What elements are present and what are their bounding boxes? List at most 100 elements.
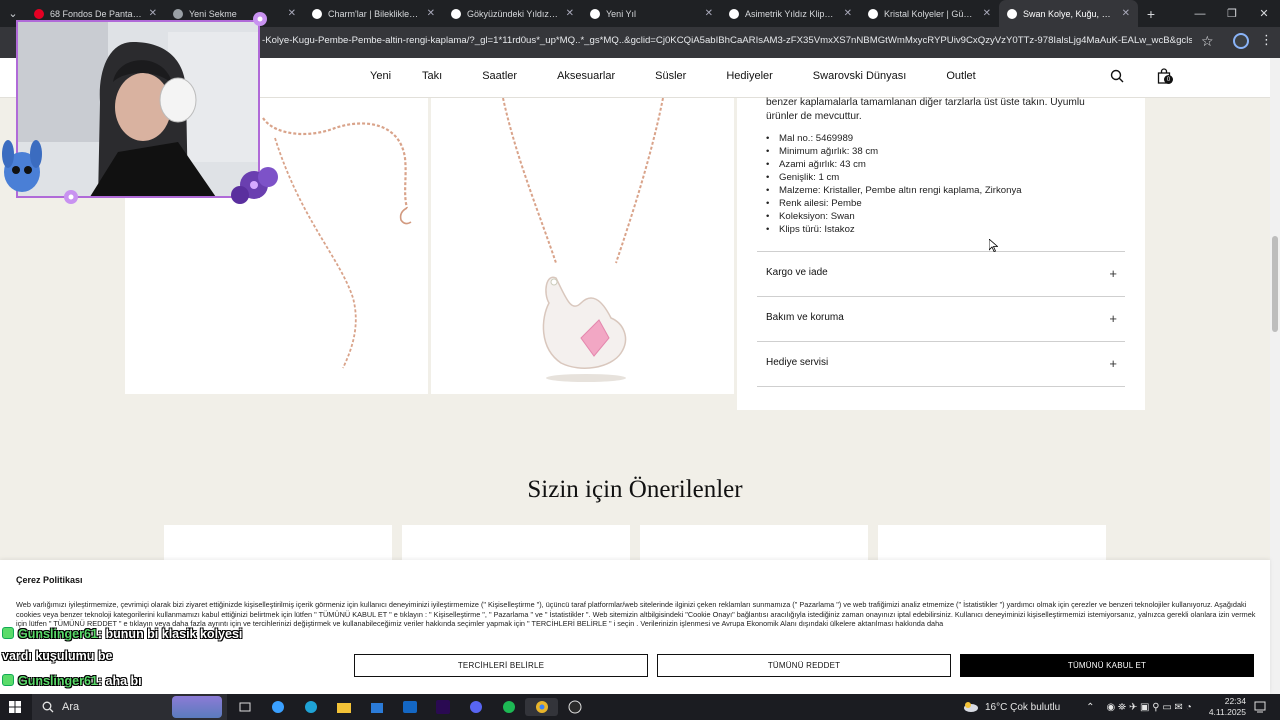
tab-close-icon[interactable]: ✕	[983, 8, 991, 19]
search-icon[interactable]	[1110, 69, 1124, 83]
browser-tab[interactable]: Yeni Yıl ✕	[582, 0, 721, 27]
spec-item: Malzeme: Kristaller, Pembe altın rengi k…	[766, 184, 1022, 197]
tab-title: Swan Kolye, Kuğu, Pembe	[1023, 8, 1116, 19]
windows-start-icon[interactable]	[9, 701, 21, 713]
clock-time: 22:34	[1224, 696, 1246, 706]
tab-title: Kristal Kolyeler | Gümüş ve	[884, 8, 977, 19]
tab-close-icon[interactable]: ✕	[566, 8, 574, 19]
set-preferences-button[interactable]: TERCİHLERİ BELİRLE	[354, 654, 648, 677]
bookmark-star-icon[interactable]: ☆	[1201, 33, 1214, 50]
edge-icon[interactable]	[294, 698, 327, 716]
browser-tab[interactable]: Gökyüzündeki Yıldız Bileziği ✕	[443, 0, 582, 27]
tab-close-icon[interactable]: ✕	[705, 8, 713, 19]
spotify-icon[interactable]	[492, 698, 525, 716]
nav-item-saatler[interactable]: Saatler	[482, 70, 517, 82]
browser-tab[interactable]: Asimetrik Yıldız Klipsli Yıld ✕	[721, 0, 860, 27]
tab-title: Gökyüzündeki Yıldız Bileziği	[467, 8, 560, 19]
plus-icon[interactable]: +	[1109, 311, 1117, 326]
maximize-icon[interactable]: ❐	[1216, 0, 1248, 27]
swan-pendant-image	[502, 97, 664, 382]
recommendation-card[interactable]	[164, 525, 392, 565]
accept-all-button[interactable]: TÜMÜNÜ KABUL ET	[960, 654, 1254, 677]
tab-close-icon[interactable]: ✕	[427, 8, 435, 19]
premiere-icon[interactable]	[426, 698, 459, 716]
browser-tab[interactable]: Kristal Kolyeler | Gümüş ve ✕	[860, 0, 999, 27]
tab-title: Yeni Yıl	[606, 8, 637, 19]
copilot-icon[interactable]	[261, 698, 294, 716]
accordion-kargo-ve-iade[interactable]: Kargo ve iade +	[757, 251, 1125, 296]
chrome-icon[interactable]	[525, 698, 558, 716]
task-view-icon[interactable]	[228, 698, 261, 716]
spec-item: Genişlik: 1 cm	[766, 171, 1022, 184]
spec-item: Koleksiyon: Swan	[766, 210, 1022, 223]
product-image-pendant[interactable]	[431, 97, 734, 394]
reject-all-button[interactable]: TÜMÜNÜ REDDET	[657, 654, 951, 677]
tab-title: Asimetrik Yıldız Klipsli Yıld	[745, 8, 838, 19]
streamer-webcam-image	[18, 22, 258, 196]
notification-icon[interactable]	[1254, 701, 1266, 713]
browser-menu-icon[interactable]: ⋮	[1260, 32, 1273, 48]
nav-item-susler[interactable]: Süsler	[655, 70, 686, 82]
accordion-bakim-ve-koruma[interactable]: Bakım ve koruma +	[757, 296, 1125, 341]
scrollbar-thumb[interactable]	[1272, 236, 1278, 332]
nav-item-hediyeler[interactable]: Hediyeler	[726, 70, 772, 82]
profile-avatar[interactable]	[1233, 33, 1249, 49]
chat-text: : bunun bi klasik kolyesi	[97, 627, 243, 641]
search-icon	[42, 701, 54, 713]
file-explorer-icon[interactable]	[327, 698, 360, 716]
stitch-sticker-icon	[2, 140, 42, 192]
cookie-banner-title: Çerez Politikası	[16, 575, 83, 585]
tab-close-icon[interactable]: ✕	[149, 8, 157, 19]
product-details-panel: benzer kaplamalarla tamamlanan diğer tar…	[737, 97, 1145, 410]
chevron-up-icon[interactable]: ⌃	[1086, 702, 1094, 713]
nav-item-taki[interactable]: Takı	[422, 70, 442, 82]
close-window-icon[interactable]: ✕	[1248, 0, 1280, 27]
url-field[interactable]: -Kolye-Kugu-Pembe-Pembe-altin-rengi-kapl…	[262, 35, 1192, 46]
page-scrollbar[interactable]	[1270, 58, 1280, 694]
plus-icon[interactable]: +	[1109, 356, 1117, 371]
taskbar-search-box[interactable]: Ara	[32, 694, 227, 720]
tab-close-icon[interactable]: ✕	[844, 8, 852, 19]
system-clock[interactable]: 22:34 4.11.2025	[1200, 696, 1246, 718]
product-description: benzer kaplamalarla tamamlanan diğer tar…	[766, 97, 1085, 122]
discord-icon[interactable]	[459, 698, 492, 716]
chat-message: vardı kuşulumu be	[2, 649, 112, 663]
nav-item-outlet[interactable]: Outlet	[946, 70, 975, 82]
minimize-icon[interactable]: —	[1184, 0, 1216, 27]
recommendations-title: Sizin için Önerilenler	[527, 476, 743, 503]
tab-favicon-icon	[590, 8, 600, 19]
product-spec-list: Mal no.: 5469989 Minimum ağırlık: 38 cm …	[766, 132, 1022, 236]
spec-item: Minimum ağırlık: 38 cm	[766, 145, 1022, 158]
tray-icons[interactable]: ◉ ⛯ ✈ ▣ ⚲ ▭ ✉ ◔	[1107, 702, 1192, 713]
main-navigation: Yeni Takı Saatler Aksesuarlar Süsler Hed…	[370, 70, 976, 82]
new-tab-button[interactable]: +	[1138, 0, 1164, 27]
accordion-hediye-servisi[interactable]: Hediye servisi +	[757, 341, 1125, 386]
flower-decoration-icon	[231, 167, 278, 204]
chat-badge-icon	[2, 674, 14, 686]
cookie-banner-text: Web varlığımızı iyileştirmemize, çevrimi…	[16, 600, 1256, 628]
nav-item-swarovski-dunyasi[interactable]: Swarovski Dünyası	[813, 70, 907, 82]
recommendation-card[interactable]	[878, 525, 1106, 565]
spec-item: Klips türü: Istakoz	[766, 223, 1022, 236]
plus-icon[interactable]: +	[1109, 266, 1117, 281]
nav-item-yeni[interactable]: Yeni	[370, 70, 391, 82]
recommendation-card[interactable]	[640, 525, 868, 565]
weather-text[interactable]: 16°C Çok bulutlu	[985, 702, 1060, 713]
obs-icon[interactable]	[558, 698, 591, 716]
tab-favicon-icon	[173, 8, 183, 19]
tab-close-icon[interactable]: ✕	[288, 8, 296, 19]
flower-decoration-icon	[64, 190, 78, 204]
weather-cloud-icon	[964, 702, 978, 712]
tab-close-icon[interactable]: ✕	[1122, 8, 1130, 19]
recommendation-card[interactable]	[402, 525, 630, 565]
spec-item: Azami ağırlık: 43 cm	[766, 158, 1022, 171]
outlook-icon[interactable]	[393, 698, 426, 716]
nav-item-aksesuarlar[interactable]: Aksesuarlar	[557, 70, 615, 82]
tab-title: Charm'lar | Bileklikler ve K	[328, 8, 421, 19]
browser-tab[interactable]: Swan Kolye, Kuğu, Pembe ✕	[999, 0, 1138, 27]
mouse-cursor-icon	[989, 239, 998, 252]
chat-text: : aha bı	[97, 674, 142, 688]
store-icon[interactable]	[360, 698, 393, 716]
clock-date: 4.11.2025	[1208, 707, 1246, 717]
browser-tab[interactable]: Charm'lar | Bileklikler ve K ✕	[304, 0, 443, 27]
